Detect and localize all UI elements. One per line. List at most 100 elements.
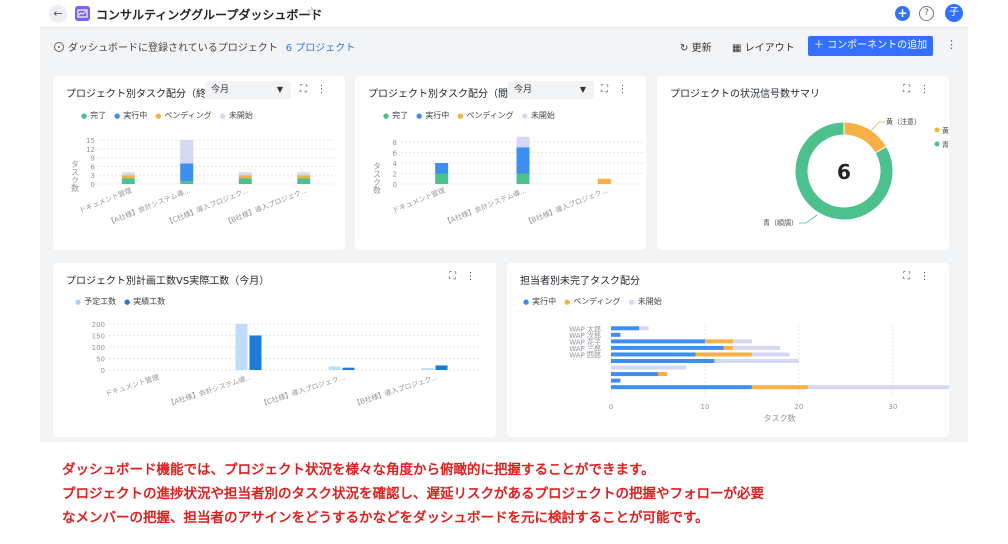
bar-segment [121, 172, 135, 176]
y-tick-label: 2 [393, 171, 397, 179]
y-tick-label: 4 [393, 160, 398, 168]
x-tick-label: 【A社様】会計システム導... [166, 372, 253, 408]
layout-label: レイアウト [744, 43, 795, 54]
chart-assignee-tasks: 010203038タスク数WAP 太郎WAP 次郎WAP 花子WAP 三郎WAP… [569, 324, 949, 423]
bar-segment [121, 178, 135, 184]
create-plus-icon[interactable]: + [895, 6, 910, 21]
card-assignee-tasks: 担当者別未完了タスク配分 ⛶ ⋮ 実行中 ペンディング 未開始 01020303… [507, 263, 949, 437]
x-tick-label: 30 [888, 403, 897, 411]
x-tick-label: 【B社様】導入プロジェク... [524, 186, 609, 227]
chart-signal-donut: 6 黄（注意） 青（順調） 黄（注青（順 [763, 117, 949, 227]
bar [342, 367, 355, 370]
card-signal-summary: プロジェクトの状況信号数サマリ ⛶ ⋮ 6黄（注意）青（順調）黄（注青（順 [657, 76, 949, 250]
bar-segment [733, 345, 781, 350]
refresh-label: 更新 [691, 43, 712, 54]
refresh-button[interactable]: ↻ 更新 [680, 39, 712, 54]
bar-segment [180, 181, 194, 184]
x-tick-label: ドキュメント管理 [104, 372, 160, 398]
bar-segment [238, 178, 252, 184]
bar-segment [435, 163, 449, 174]
x-tick-label: ドキュメント管理 [78, 186, 133, 215]
bar-segment [238, 172, 252, 176]
bar-segment [657, 372, 668, 377]
bar-segment [611, 359, 715, 363]
more-options-icon[interactable]: ⋮ [946, 38, 957, 51]
add-icon: ＋ [813, 40, 824, 51]
bar-segment [733, 339, 752, 344]
donut-center-value: 6 [837, 160, 851, 184]
x-tick-label: 10 [700, 403, 709, 411]
y-tick-label: 6 [393, 150, 398, 158]
bar-segment [704, 339, 734, 344]
bar-segment [297, 175, 311, 179]
y-tick-label: 150 [92, 333, 105, 341]
legend-marker [934, 127, 940, 133]
favorite-star-icon[interactable]: ☆ [306, 5, 318, 20]
bar-segment [611, 378, 621, 383]
bar-segment [297, 178, 311, 184]
x-tick-label: 0 [609, 403, 613, 411]
card-task-by-project: プロジェクト別タスク配分（終... 今月▼ ⛶ ⋮ 完了 実行中 ペンディング … [53, 76, 345, 250]
bar-segment [611, 352, 696, 357]
user-avatar[interactable]: 子 [945, 4, 963, 22]
caption-line: なメンバーの把握、担当者のアサインをどうするかなどをダッシュボードを元に検討する… [62, 510, 709, 526]
explanation-caption: ダッシュボード機能では、プロジェクト状況を様々な角度から俯瞰的に把握することがで… [62, 458, 962, 530]
dashboard-toolbar: ダッシュボードに登録されているプロジェクト 6 プロジェクト ↻ 更新 ▦ レイ… [40, 29, 968, 61]
legend-label: 青（順 [942, 140, 949, 149]
y-tick-label: WAP 四郎 [569, 350, 601, 359]
bar-segment [611, 345, 724, 350]
back-icon[interactable]: ← [49, 5, 67, 23]
bar [235, 324, 248, 370]
project-count-info: ダッシュボードに登録されているプロジェクト 6 プロジェクト [54, 39, 355, 54]
y-tick-label: 6 [91, 163, 96, 171]
leader-line [799, 214, 818, 224]
top-bar: ← コンサルティンググループダッシュボード ☆ + ? 子 [40, 0, 968, 28]
bar-segment [516, 136, 530, 148]
bar-segment [611, 326, 640, 331]
bar-segment [297, 172, 311, 176]
dashboard-app-icon [75, 6, 90, 21]
x-tick-label: 【C社様】導入プロジェク... [259, 372, 346, 408]
legend-label: 黄（注 [942, 126, 949, 135]
bar [328, 366, 341, 370]
project-info-label: ダッシュボードに登録されているプロジェクト [68, 43, 278, 54]
help-icon[interactable]: ? [919, 6, 934, 21]
layout-button[interactable]: ▦ レイアウト [732, 39, 795, 54]
y-tick-label: 9 [91, 155, 95, 163]
y-tick-label: 100 [92, 344, 105, 352]
x-tick-label: ドキュメント管理 [391, 186, 446, 215]
y-axis-label: タスク数 [373, 162, 382, 195]
caption-line: プロジェクトの進捗状況や担当者別のタスク状況を確認し、遅延リスクがあるプロジェク… [62, 486, 764, 502]
y-tick-label: 50 [96, 356, 105, 364]
bar-segment [516, 173, 530, 184]
bar [421, 368, 434, 370]
bar-segment [516, 147, 530, 174]
target-icon [54, 41, 64, 52]
bar-segment [180, 140, 194, 164]
bar-segment [121, 175, 135, 179]
bar-segment [611, 372, 658, 377]
y-axis-label: タスク数 [71, 160, 80, 193]
pie-slice [843, 121, 888, 154]
slice-label: 黄（注意） [886, 117, 921, 126]
card-task-by-project-2: プロジェクト別タスク配分（閲... 今月▼ ⛶ ⋮ 完了 実行中 ペンディング … [355, 76, 646, 250]
chart-task-by-project-2: 8 6 4 2 0 タスク数ドキュメント管理【A社様】会計システム導...【B社様】導入プ… [373, 136, 645, 227]
chart-plan-vs-actual: 200 150 100 50 0ドキュメント管理 【A社様】会計システム導... 【C社様】… [92, 321, 481, 408]
bar-segment [639, 326, 649, 331]
bar-segment [611, 385, 752, 390]
y-tick-label: 8 [393, 139, 397, 147]
y-tick-label: 12 [86, 146, 95, 154]
bar-segment [238, 175, 252, 179]
layout-icon: ▦ [732, 43, 742, 54]
dashboard-app: ← コンサルティンググループダッシュボード ☆ + ? 子 ダッシュボードに登録… [40, 0, 968, 442]
bar [435, 365, 448, 370]
refresh-icon: ↻ [680, 43, 689, 54]
add-component-label: コンポーネントの追加 [827, 40, 928, 51]
y-tick-label: 0 [101, 367, 105, 375]
y-tick-label: 0 [393, 181, 397, 189]
add-component-button[interactable]: ＋ コンポーネントの追加 [808, 36, 933, 56]
bar-segment [180, 163, 194, 182]
bar-segment [611, 332, 621, 337]
project-count-link[interactable]: 6 プロジェクト [286, 39, 356, 54]
chart-task-by-project: 15129630タスク数ドキュメント管理【A社様】会計システム導...【C社様】… [71, 137, 333, 227]
